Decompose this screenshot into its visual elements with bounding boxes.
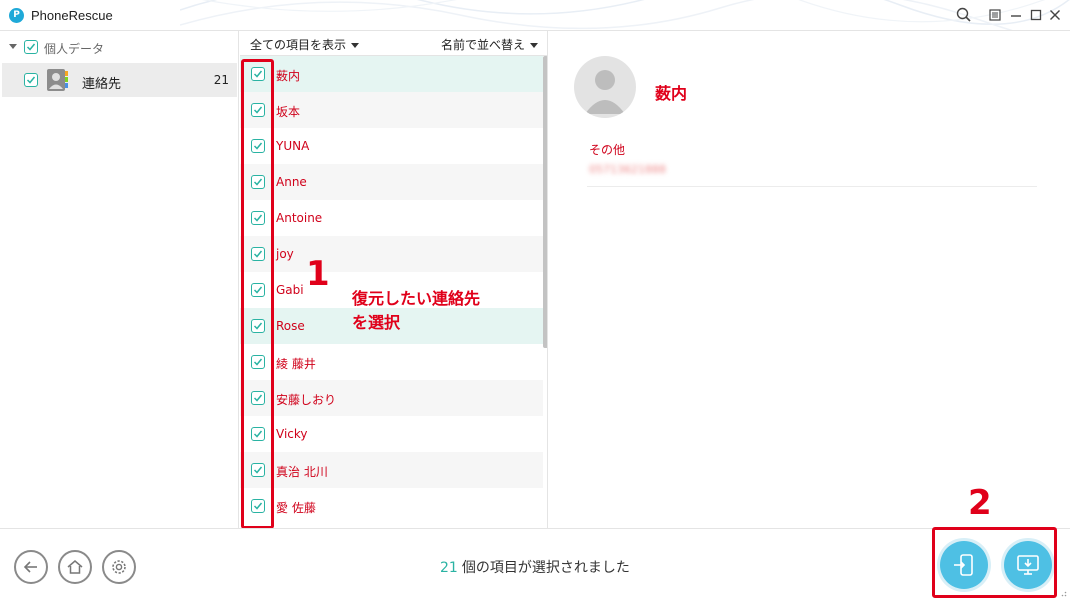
list-item[interactable]: 安藤しおり [240,380,543,416]
contacts-count: 21 [213,73,229,87]
list-item[interactable]: Vicky [240,416,543,452]
list-item[interactable]: Anne [240,164,543,200]
menu-icon [989,9,1001,21]
maximize-icon [1030,9,1042,21]
contacts-book-icon [47,69,68,91]
annotation-recover-buttons-highlight [932,527,1057,598]
annotation-step-2: 2 [968,483,992,523]
chevron-down-icon[interactable] [9,44,17,49]
contact-name-label: Gabi [276,283,304,297]
search-icon [956,7,971,22]
selected-count: 21 [440,560,458,576]
field-label-other: その他 [589,143,626,157]
check-icon [26,43,36,51]
search-button[interactable] [955,6,973,24]
contact-list-pane: 全ての項目を表示 名前で並べ替え 薮内坂本 YUNA Anne Antoine joy G… [240,31,548,528]
contact-name-label: 綾 藤井 [276,357,316,371]
annotation-step-1: 1 [306,254,330,294]
bottom-bar: 21 個の項目が選択されました [0,528,1070,600]
title-bar: P PhoneRescue [0,0,1070,31]
list-item[interactable]: 綾 藤井 [240,344,543,380]
gear-icon [112,560,126,574]
list-item[interactable]: Antoine [240,200,543,236]
annotation-checkbox-highlight [241,59,274,529]
back-button[interactable] [14,550,48,584]
contacts-checkbox[interactable] [24,73,38,87]
annotation-step-1-text: 復元したい連絡先 を選択 [352,287,480,335]
contact-name-label: joy [276,247,294,261]
chevron-down-icon [530,43,538,48]
list-item[interactable]: 愛 佐藤 [240,488,543,524]
contact-detail-pane: 薮内 その他 05713621888 [549,31,1070,528]
check-icon [26,76,36,84]
close-button[interactable] [1046,6,1064,24]
list-item[interactable]: 薮内 [240,56,543,92]
group-checkbox[interactable] [24,40,38,54]
selection-status: 21 個の項目が選択されました [440,557,630,577]
home-icon [67,560,83,574]
contact-name: 薮内 [655,84,688,103]
sidebar-item-contacts[interactable]: 連絡先 21 [2,63,237,97]
minimize-button[interactable] [1007,6,1025,24]
app-title: PhoneRescue [31,8,113,23]
chevron-down-icon [351,43,360,48]
menu-button[interactable] [986,6,1004,24]
person-icon [585,70,625,114]
list-item[interactable]: 真治 北川 [240,452,543,488]
category-sidebar: 個人データ 連絡先 21 [0,31,239,528]
list-item[interactable]: joy [240,236,543,272]
list-header: 全ての項目を表示 名前で並べ替え [240,31,547,56]
list-item[interactable]: YUNA [240,128,543,164]
contact-name-label: Anne [276,175,307,189]
contact-name-label: 真治 北川 [276,465,328,479]
sort-dropdown[interactable]: 名前で並べ替え [441,36,538,53]
contact-name-label: Antoine [276,211,323,225]
list-scrollbar[interactable] [543,56,547,348]
minimize-icon [1011,15,1021,17]
app-logo-icon: P [9,8,24,23]
contact-name-label: 安藤しおり [276,393,337,407]
status-text: 個の項目が選択されました [461,560,630,576]
contact-name-label: 薮内 [276,69,301,83]
contact-name-label: 坂本 [276,105,301,119]
contact-name-label: Rose [276,319,305,333]
home-button[interactable] [58,550,92,584]
contact-name-label: YUNA [276,139,310,153]
header-wave-decoration [180,0,1070,30]
filter-label: 全ての項目を表示 [250,38,347,52]
filter-dropdown[interactable]: 全ての項目を表示 [250,36,360,53]
maximize-button[interactable] [1027,6,1045,24]
sort-label: 名前で並べ替え [440,38,525,52]
divider [587,186,1037,187]
settings-button[interactable] [102,550,136,584]
personal-data-group[interactable]: 個人データ [0,37,239,57]
annotation-line-2: を選択 [352,313,401,332]
close-icon [1050,10,1060,20]
avatar [574,56,636,118]
group-label: 個人データ [44,42,105,56]
field-value-other: 05713621888 [589,163,666,176]
contacts-label: 連絡先 [82,77,122,92]
list-item[interactable]: 坂本 [240,92,543,128]
annotation-line-1: 復元したい連絡先 [352,289,481,308]
resize-grip-icon[interactable] [1059,589,1067,597]
contact-name-label: 愛 佐藤 [276,501,316,515]
contact-name-label: Vicky [276,427,308,441]
arrow-left-icon [23,561,37,573]
